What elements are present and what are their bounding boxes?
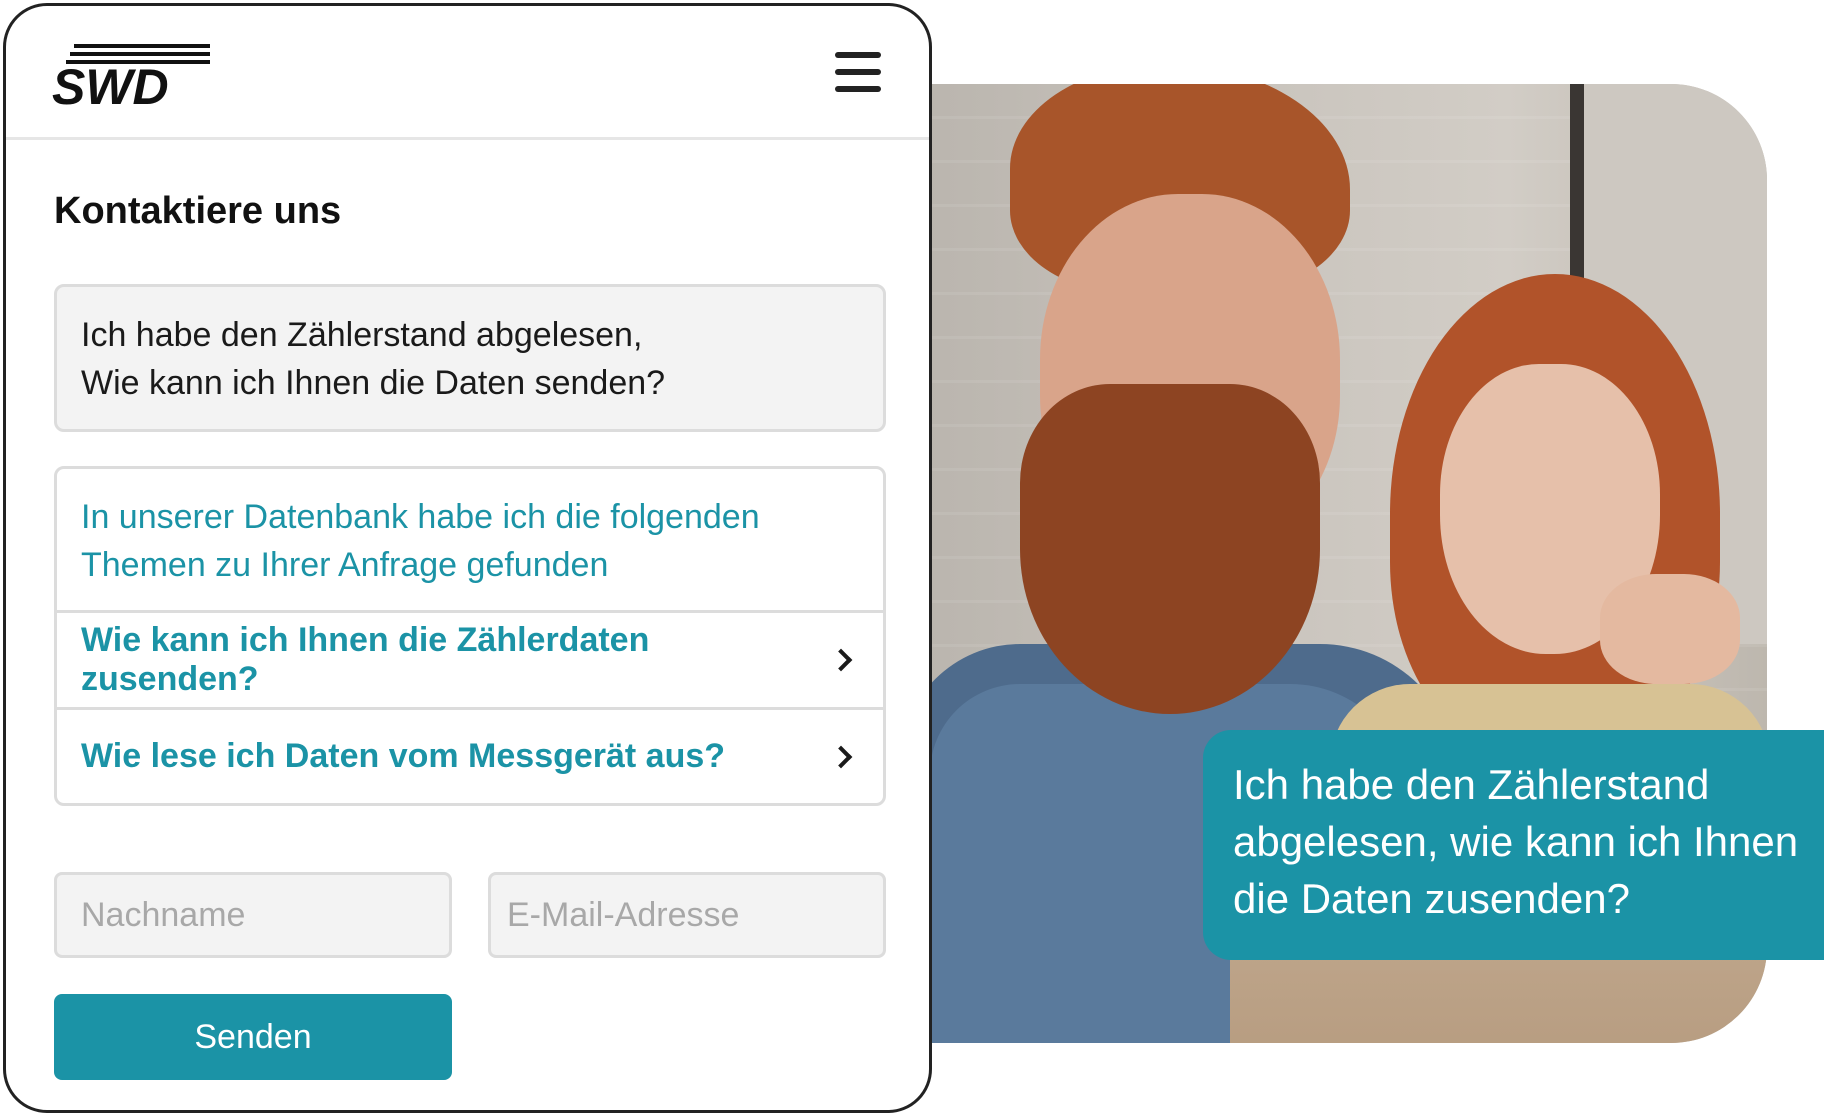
- menu-bar: [835, 52, 881, 58]
- send-button[interactable]: Senden: [54, 994, 452, 1080]
- chevron-right-icon: [829, 745, 853, 768]
- user-question-box: Ich habe den Zählerstand abgelesen, Wie …: [54, 284, 886, 432]
- photo-woman-hand: [1600, 574, 1740, 684]
- chat-bubble-line-3: die Daten zusenden?: [1233, 875, 1630, 922]
- answer-link-label: Wie lese ich Daten vom Messgerät aus?: [81, 737, 726, 775]
- answer-intro: In unserer Datenbank habe ich die folgen…: [57, 469, 883, 613]
- answer-intro-line-1: In unserer Datenbank habe ich die folgen…: [81, 498, 760, 536]
- swd-logo-icon: SWD: [52, 44, 210, 115]
- answer-link-label: Wie kann ich Ihnen die Zählerdaten zusen…: [81, 621, 650, 698]
- swd-logo[interactable]: SWD: [52, 44, 218, 115]
- chat-bubble-line-1: Ich habe den Zählerstand: [1233, 761, 1710, 808]
- photo-man-beard: [1020, 384, 1320, 714]
- question-line-1: Ich habe den Zählerstand abgelesen,: [81, 316, 643, 354]
- logo-text: SWD: [52, 59, 169, 108]
- email-input[interactable]: [488, 872, 886, 958]
- answer-link-messgeraet[interactable]: Wie lese ich Daten vom Messgerät aus?: [57, 707, 883, 803]
- answer-link-zaehlerdaten[interactable]: Wie kann ich Ihnen die Zählerdaten zusen…: [57, 613, 883, 707]
- answer-intro-line-2: Themen zu Ihrer Anfrage gefunden: [81, 546, 609, 584]
- page-title: Kontaktiere uns: [54, 190, 342, 232]
- answer-box: In unserer Datenbank habe ich die folgen…: [54, 466, 886, 806]
- menu-bar: [835, 86, 881, 92]
- app-header: SWD: [6, 6, 929, 140]
- phone-frame: SWD Kontaktiere uns Ich habe den Zählers…: [3, 3, 932, 1113]
- question-line-2: Wie kann ich Ihnen die Daten senden?: [81, 364, 666, 402]
- menu-bar: [835, 69, 881, 75]
- chat-bubble: Ich habe den Zählerstand abgelesen, wie …: [1203, 730, 1824, 960]
- lastname-input[interactable]: [54, 872, 452, 958]
- chevron-right-icon: [829, 648, 853, 672]
- hamburger-menu-icon[interactable]: [835, 52, 881, 92]
- chat-bubble-line-2: abgelesen, wie kann ich Ihnen: [1233, 818, 1799, 865]
